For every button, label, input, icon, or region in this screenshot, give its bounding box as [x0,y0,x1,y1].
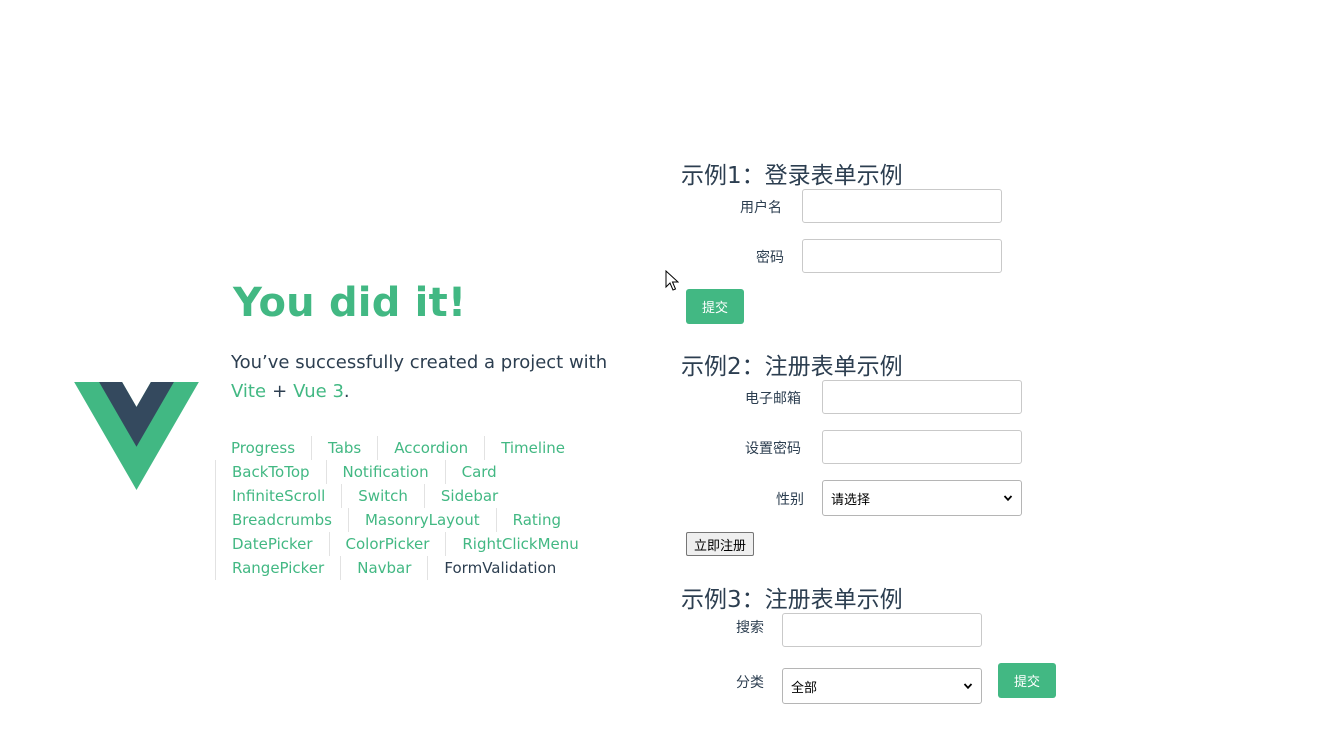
password-label: 密码 [756,250,784,266]
nav-link-sidebar[interactable]: Sidebar [423,484,514,508]
nav-row: Breadcrumbs MasonryLayout Rating [215,508,595,532]
username-label: 用户名 [740,200,782,216]
component-nav: Progress Tabs Accordion Timeline BackToTop N… [215,436,595,580]
nav-link-timeline[interactable]: Timeline [484,436,581,460]
nav-link-accordion[interactable]: Accordion [377,436,484,460]
nav-link-infinitescroll[interactable]: InfiniteScroll [215,484,341,508]
vue-link[interactable]: Vue 3 [293,381,344,402]
gender-label: 性别 [776,492,804,508]
nav-row: InfiniteScroll Switch Sidebar [215,484,595,508]
search-input[interactable] [782,613,982,647]
nav-link-datepicker[interactable]: DatePicker [215,532,329,556]
login-submit-button[interactable]: 提交 [686,289,744,324]
nav-link-navbar[interactable]: Navbar [340,556,427,580]
plus-sign: + [272,381,288,402]
period: . [343,381,350,402]
nav-row: RangePicker Navbar FormValidation [215,556,595,580]
mouse-cursor-icon [665,270,679,291]
nav-row: DatePicker ColorPicker RightClickMenu [215,532,595,556]
gender-select-value: 请选择 [831,492,871,508]
register-button[interactable]: 立即注册 [686,532,754,556]
nav-row: Progress Tabs Accordion Timeline [215,436,595,460]
set-password-input[interactable] [822,430,1022,464]
nav-link-formvalidation[interactable]: FormValidation [427,556,572,580]
nav-link-colorpicker[interactable]: ColorPicker [328,532,446,556]
nav-link-rangepicker[interactable]: RangePicker [215,556,340,580]
nav-link-breadcrumbs[interactable]: Breadcrumbs [215,508,348,532]
category-select-value: 全部 [791,680,818,696]
category-label: 分类 [736,675,764,691]
form2-title: 示例2：注册表单示例 [681,354,903,380]
nav-link-notification[interactable]: Notification [325,460,445,484]
gender-select[interactable]: 请选择 [822,480,1022,516]
nav-row: BackToTop Notification Card [215,460,595,484]
nav-link-masonrylayout[interactable]: MasonryLayout [347,508,496,532]
username-input[interactable] [802,189,1002,223]
nav-link-rating[interactable]: Rating [495,508,577,532]
vite-link[interactable]: Vite [231,381,266,402]
hero-title: You did it! [233,280,467,326]
nav-link-switch[interactable]: Switch [341,484,424,508]
vue-logo [74,382,199,490]
search-label: 搜索 [736,620,764,636]
password-input[interactable] [802,239,1002,273]
nav-link-progress[interactable]: Progress [215,436,311,460]
form3-title: 示例3：注册表单示例 [681,587,903,613]
email-input[interactable] [822,380,1022,414]
hero-subtitle: You’ve successfully created a project wi… [231,348,631,406]
nav-link-rightclickmenu[interactable]: RightClickMenu [445,532,594,556]
nav-link-backtotop[interactable]: BackToTop [215,460,326,484]
category-select[interactable]: 全部 [782,668,982,704]
chevron-down-icon [1003,495,1013,502]
nav-link-card[interactable]: Card [444,460,513,484]
email-label: 电子邮箱 [745,391,801,407]
page: You did it! You’ve successfully created … [0,0,1338,737]
search-submit-button[interactable]: 提交 [998,663,1056,698]
hero-subtitle-text: You’ve successfully created a project wi… [231,352,608,373]
nav-link-tabs[interactable]: Tabs [311,436,377,460]
form1-title: 示例1：登录表单示例 [681,163,903,189]
set-password-label: 设置密码 [745,441,801,457]
chevron-down-icon [963,683,973,690]
